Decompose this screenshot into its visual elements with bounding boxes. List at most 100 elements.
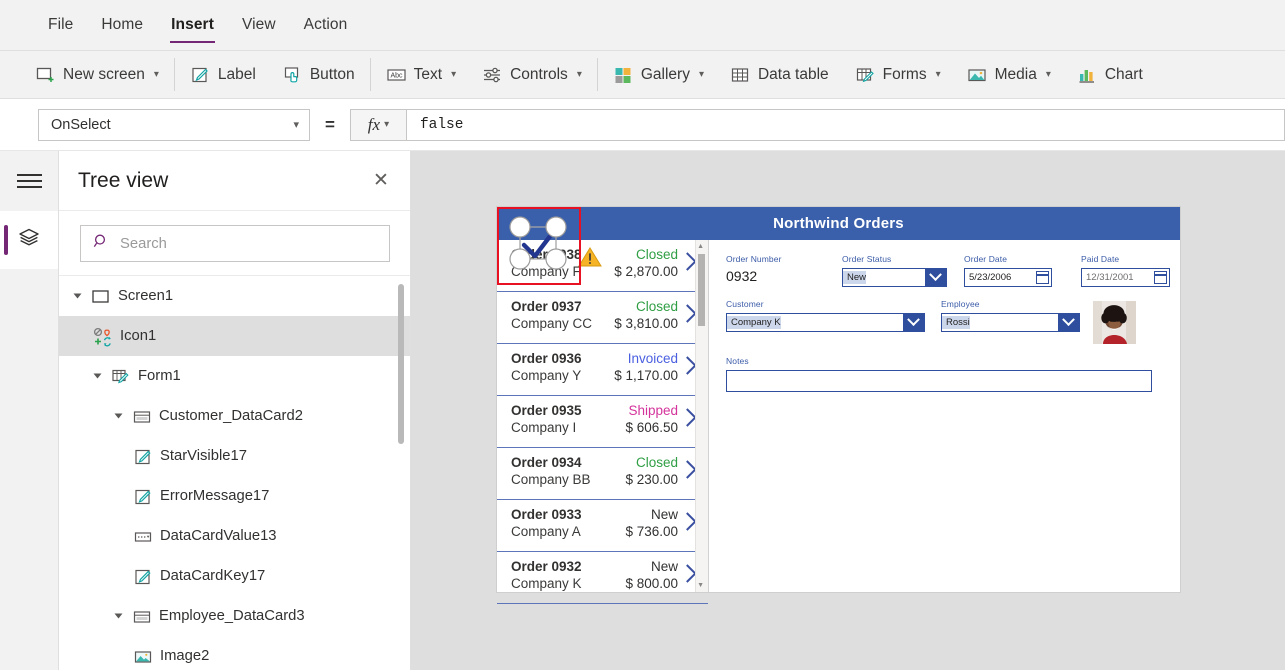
- tree-node-image2[interactable]: Image2: [59, 636, 410, 669]
- field-label: Notes: [726, 356, 749, 366]
- chevron-down-icon[interactable]: [903, 314, 924, 331]
- company-name: Company K: [511, 576, 582, 591]
- label-edit-icon: [133, 567, 152, 586]
- chevron-right-icon[interactable]: [681, 513, 692, 532]
- field-label: Employee: [941, 299, 980, 309]
- tree-node-label: Icon1: [120, 328, 157, 344]
- expander-icon[interactable]: [71, 292, 83, 300]
- table-row[interactable]: Order 0937 Closed Company CC $ 3,810.00: [497, 292, 708, 344]
- chevron-right-icon[interactable]: [681, 565, 692, 584]
- expander-icon[interactable]: [112, 412, 124, 420]
- ribbon-media-button[interactable]: Media ▾: [954, 55, 1064, 95]
- table-row[interactable]: Order 0936 Invoiced Company Y $ 1,170.00: [497, 344, 708, 396]
- gallery-scrollbar[interactable]: ▲ ▼: [695, 240, 708, 592]
- tree-node-label: StarVisible17: [160, 448, 247, 464]
- hamburger-menu-button[interactable]: [0, 151, 58, 211]
- table-row[interactable]: Order 0934 Closed Company BB $ 230.00: [497, 448, 708, 500]
- formula-input[interactable]: false: [405, 108, 1285, 141]
- chevron-down-icon[interactable]: [1058, 314, 1079, 331]
- order-amount: $ 3,810.00: [614, 316, 678, 331]
- edit-form-icon: [111, 367, 130, 386]
- customer-dropdown[interactable]: Company K: [726, 313, 925, 332]
- notes-input[interactable]: [726, 370, 1152, 392]
- tree-node-icon1[interactable]: Icon1: [59, 316, 410, 356]
- scroll-down-icon[interactable]: ▼: [697, 582, 704, 589]
- search-input[interactable]: Search: [80, 225, 390, 262]
- ribbon-chart-button[interactable]: Chart: [1064, 55, 1156, 95]
- menu-item-action[interactable]: Action: [290, 0, 362, 50]
- ribbon-button-button[interactable]: Button: [269, 55, 368, 95]
- text-icon: Abc: [386, 65, 406, 85]
- ribbon-forms-label: Forms: [882, 65, 927, 83]
- tree-node-screen1[interactable]: Screen1: [59, 276, 410, 316]
- data-table-icon: [730, 65, 750, 85]
- ribbon-controls-button[interactable]: Controls ▾: [469, 55, 595, 95]
- resize-handle-bl: [509, 248, 531, 270]
- chevron-right-icon[interactable]: [681, 253, 692, 272]
- tree-node-form1[interactable]: Form1: [59, 356, 410, 396]
- chevron-right-icon[interactable]: [681, 461, 692, 480]
- table-row[interactable]: Order 0935 Shipped Company I $ 606.50: [497, 396, 708, 448]
- chevron-right-icon[interactable]: [681, 409, 692, 428]
- app-body: Order 0938 Closed Company F $ 2,870.00 O…: [497, 240, 1180, 604]
- calendar-icon[interactable]: [1154, 271, 1167, 284]
- status-badge: New: [650, 559, 678, 574]
- expander-icon[interactable]: [91, 372, 103, 380]
- ribbon-divider-2: [369, 58, 371, 91]
- tree-view-layers-icon: [17, 226, 41, 255]
- formula-bar: OnSelect ▾ = fx ▾ false: [0, 99, 1285, 151]
- order-number: Order 0933: [511, 507, 582, 522]
- ribbon-divider-3: [596, 58, 598, 91]
- property-select[interactable]: OnSelect ▾: [38, 108, 310, 141]
- chevron-down-icon: ▾: [576, 69, 582, 80]
- field-notes: Notes: [726, 356, 1191, 392]
- paid-date-picker[interactable]: 12/31/2001: [1081, 268, 1170, 287]
- order-status-dropdown[interactable]: New: [842, 268, 947, 287]
- fx-toggle-button[interactable]: fx ▾: [349, 108, 406, 141]
- forms-icon: [855, 65, 875, 85]
- rail-item-tree-view[interactable]: [0, 211, 58, 269]
- menu-item-view[interactable]: View: [228, 0, 290, 50]
- tree-node-errormessage17[interactable]: ErrorMessage17: [59, 476, 410, 516]
- paid-date-value: 12/31/2001: [1086, 272, 1134, 283]
- tree-node-datacardkey17[interactable]: DataCardKey17: [59, 556, 410, 596]
- table-row[interactable]: Order 0933 New Company A $ 736.00: [497, 500, 708, 552]
- order-date-picker[interactable]: 5/23/2006: [964, 268, 1052, 287]
- tree-node-starvisible17[interactable]: StarVisible17: [59, 436, 410, 476]
- chevron-down-icon[interactable]: [925, 269, 946, 286]
- chevron-right-icon[interactable]: [681, 305, 692, 324]
- gallery-scroll-thumb[interactable]: [698, 254, 705, 326]
- ribbon-button-label: Button: [309, 65, 355, 83]
- tree-node-datacardvalue13[interactable]: DataCardValue13: [59, 516, 410, 556]
- ribbon-label-button[interactable]: Label: [177, 55, 269, 95]
- ribbon-new-screen-button[interactable]: New screen ▾: [22, 55, 172, 95]
- scroll-up-icon[interactable]: ▲: [697, 243, 704, 250]
- expander-icon[interactable]: [112, 612, 124, 620]
- ribbon-forms-button[interactable]: Forms ▾: [842, 55, 954, 95]
- ribbon-data-table-button[interactable]: Data table: [717, 55, 842, 95]
- menu-item-insert[interactable]: Insert: [157, 0, 228, 50]
- employee-dropdown[interactable]: Rossi: [941, 313, 1080, 332]
- company-name: Company Y: [511, 368, 582, 383]
- calendar-icon[interactable]: [1036, 271, 1049, 284]
- table-row[interactable]: Order 0932 New Company K $ 800.00: [497, 552, 708, 604]
- close-icon[interactable]: ✕: [370, 169, 392, 192]
- menu-item-file[interactable]: File: [34, 0, 87, 50]
- search-icon: [93, 233, 110, 255]
- ribbon-text-button[interactable]: Abc Text ▾: [373, 55, 469, 95]
- label-edit-icon: [133, 447, 152, 466]
- status-badge: Closed: [635, 455, 678, 470]
- order-amount: $ 230.00: [625, 472, 678, 487]
- tree-node-label: ErrorMessage17: [160, 488, 270, 504]
- warning-triangle-icon[interactable]: [578, 246, 602, 273]
- tree-node-customer-datacard2[interactable]: Customer_DataCard2: [59, 396, 410, 436]
- tree-node-employee-datacard3[interactable]: Employee_DataCard3: [59, 596, 410, 636]
- selected-control-outline[interactable]: [497, 207, 581, 285]
- menu-item-home[interactable]: Home: [87, 0, 157, 50]
- resize-handle-tl: [509, 216, 531, 238]
- chevron-right-icon[interactable]: [681, 357, 692, 376]
- ribbon-gallery-button[interactable]: Gallery ▾: [600, 55, 717, 95]
- tree-scrollbar[interactable]: [398, 284, 404, 444]
- label-icon: [190, 65, 210, 85]
- chevron-down-icon: ▾: [153, 69, 159, 80]
